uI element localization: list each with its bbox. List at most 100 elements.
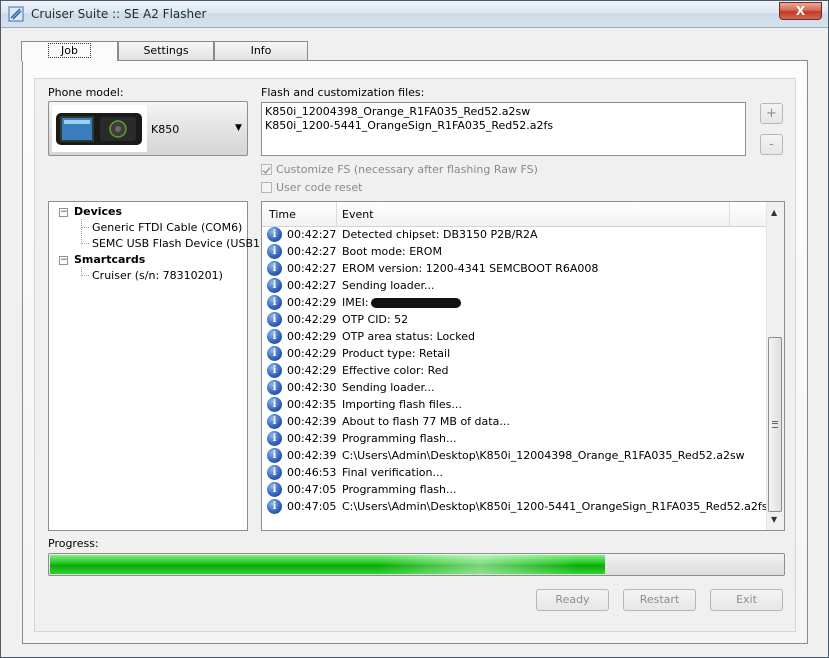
- log-row[interactable]: i 00:42:39 About to flash 77 MB of data...: [262, 413, 767, 430]
- log-time: 00:42:29: [287, 313, 337, 326]
- column-header-time[interactable]: Time: [269, 208, 296, 221]
- file-item[interactable]: K850i_1200-5441_OrangeSign_R1FA035_Red52…: [265, 119, 742, 133]
- info-icon: i: [267, 312, 282, 327]
- log-row[interactable]: i 00:47:05 Programming flash...: [262, 481, 767, 498]
- window-title: Cruiser Suite :: SE A2 Flasher: [31, 7, 207, 21]
- log-row[interactable]: i 00:42:29 OTP CID: 52: [262, 311, 767, 328]
- log-row[interactable]: i 00:42:27 EROM version: 1200-4341 SEMCBOO…: [262, 260, 767, 277]
- log-time: 00:42:29: [287, 364, 337, 377]
- log-event: Effective color: Red: [342, 362, 448, 379]
- info-icon: i: [267, 380, 282, 395]
- redacted-value: [370, 298, 461, 308]
- tab-settings[interactable]: Settings: [118, 41, 214, 60]
- log-event: OTP CID: 52: [342, 311, 408, 328]
- info-icon: i: [267, 499, 282, 514]
- log-row[interactable]: i 00:42:29 Product type: Retail: [262, 345, 767, 362]
- log-row[interactable]: i 00:42:29 IMEI:: [262, 294, 767, 311]
- log-event-text: OTP CID: 52: [342, 313, 409, 326]
- title-bar[interactable]: Cruiser Suite :: SE A2 Flasher X: [1, 1, 828, 28]
- customize-fs-label: Customize FS (necessary after flashing R…: [276, 163, 538, 176]
- info-icon: i: [267, 227, 282, 242]
- restart-button[interactable]: Restart: [623, 589, 696, 611]
- remove-file-button[interactable]: -: [760, 134, 783, 155]
- tree-connector: [81, 275, 89, 276]
- info-icon: i: [267, 278, 282, 293]
- info-icon: i: [267, 244, 282, 259]
- log-row[interactable]: i 00:42:35 Importing flash files...: [262, 396, 767, 413]
- close-button[interactable]: X: [779, 2, 822, 20]
- user-code-reset-checkbox[interactable]: [261, 182, 272, 193]
- log-time: 00:47:05: [287, 500, 337, 513]
- progress-bar: [48, 553, 785, 576]
- log-row[interactable]: i 00:42:29 Effective color: Red: [262, 362, 767, 379]
- log-time: 00:42:27: [287, 279, 337, 292]
- log-event: Sending loader...: [342, 277, 435, 294]
- tree-node-devices[interactable]: Devices: [74, 205, 122, 218]
- log-time: 00:46:53: [287, 466, 337, 479]
- log-event-text: Detected chipset: DB3150 P2B/R2A: [342, 228, 538, 241]
- log-event-text: Importing flash files...: [342, 398, 462, 411]
- tree-connector: [81, 243, 89, 244]
- scroll-down-icon[interactable]: ▼: [771, 515, 777, 524]
- phone-model-label: Phone model:: [48, 86, 124, 99]
- log-time: 00:42:39: [287, 432, 337, 445]
- ready-button[interactable]: Ready: [536, 589, 609, 611]
- scroll-thumb[interactable]: [768, 337, 782, 512]
- log-event: Programming flash...: [342, 481, 457, 498]
- log-event: About to flash 77 MB of data...: [342, 413, 510, 430]
- log-event: OTP area status: Locked: [342, 328, 475, 345]
- tree-connector: [81, 219, 82, 244]
- log-row[interactable]: i 00:42:27 Boot mode: EROM: [262, 243, 767, 260]
- log-row[interactable]: i 00:42:30 Sending loader...: [262, 379, 767, 396]
- phone-model-select[interactable]: K850 ▼: [48, 101, 248, 156]
- tab-info[interactable]: Info: [214, 41, 308, 60]
- log-time: 00:42:39: [287, 415, 337, 428]
- customize-fs-checkbox[interactable]: [261, 164, 272, 175]
- files-label: Flash and customization files:: [261, 86, 425, 99]
- tree-item-device[interactable]: Generic FTDI Cable (COM6): [92, 221, 242, 234]
- phone-image: [52, 105, 147, 152]
- column-separator: [729, 202, 730, 226]
- log-event-text: EROM version: 1200-4341 SEMCBOOT R6A008: [342, 262, 599, 275]
- collapse-icon[interactable]: −: [59, 208, 68, 217]
- column-header-event[interactable]: Event: [342, 208, 374, 221]
- log-event: C:\Users\Admin\Desktop\K850i_12004398_Or…: [342, 447, 745, 464]
- log-event-text: IMEI:: [342, 296, 369, 309]
- info-icon: i: [267, 329, 282, 344]
- tree-item-smartcard[interactable]: Cruiser (s/n: 78310201): [92, 269, 223, 282]
- log-row[interactable]: i 00:46:53 Final verification...: [262, 464, 767, 481]
- log-event-text: Boot mode: EROM: [342, 245, 442, 258]
- exit-button[interactable]: Exit: [710, 589, 783, 611]
- tab-job[interactable]: Job: [21, 41, 118, 61]
- app-window: Cruiser Suite :: SE A2 Flasher X Job Set…: [0, 0, 829, 658]
- log-event: Sending loader...: [342, 379, 435, 396]
- info-icon: i: [267, 465, 282, 480]
- tree-item-device[interactable]: SEMC USB Flash Device (USB1): [92, 237, 264, 250]
- column-separator: [336, 202, 337, 226]
- collapse-icon[interactable]: −: [59, 256, 68, 265]
- add-file-button[interactable]: +: [760, 103, 783, 124]
- log-row[interactable]: i 00:42:27 Detected chipset: DB3150 P2B/R2…: [262, 226, 767, 243]
- tree-connector: [81, 227, 89, 228]
- log-scrollbar[interactable]: ▲ ▼: [766, 202, 784, 530]
- info-icon: i: [267, 482, 282, 497]
- log-event-text: OTP area status: Locked: [342, 330, 475, 343]
- log-row[interactable]: i 00:42:39 Programming flash...: [262, 430, 767, 447]
- files-list[interactable]: K850i_12004398_Orange_R1FA035_Red52.a2sw…: [261, 102, 746, 156]
- tree-node-smartcards[interactable]: Smartcards: [74, 253, 145, 266]
- info-icon: i: [267, 261, 282, 276]
- log-row[interactable]: i 00:42:29 OTP area status: Locked: [262, 328, 767, 345]
- log-row[interactable]: i 00:47:05 C:\Users\Admin\Desktop\K850i_12…: [262, 498, 768, 515]
- log-event-text: Final verification...: [342, 466, 443, 479]
- log-row[interactable]: i 00:42:27 Sending loader...: [262, 277, 767, 294]
- app-icon: [8, 6, 24, 22]
- info-icon: i: [267, 414, 282, 429]
- device-tree[interactable]: − Devices Generic FTDI Cable (COM6) SEMC…: [48, 201, 264, 531]
- progress-shine: [379, 555, 579, 574]
- log-row[interactable]: i 00:42:39 C:\Users\Admin\Desktop\K850i_12…: [262, 447, 767, 464]
- scroll-up-icon[interactable]: ▲: [771, 208, 777, 217]
- file-item[interactable]: K850i_12004398_Orange_R1FA035_Red52.a2sw: [265, 105, 742, 119]
- info-icon: i: [267, 397, 282, 412]
- event-log[interactable]: Time Event i 00:42:27 Detected chipset: DB…: [261, 201, 785, 531]
- log-event: Product type: Retail: [342, 345, 450, 362]
